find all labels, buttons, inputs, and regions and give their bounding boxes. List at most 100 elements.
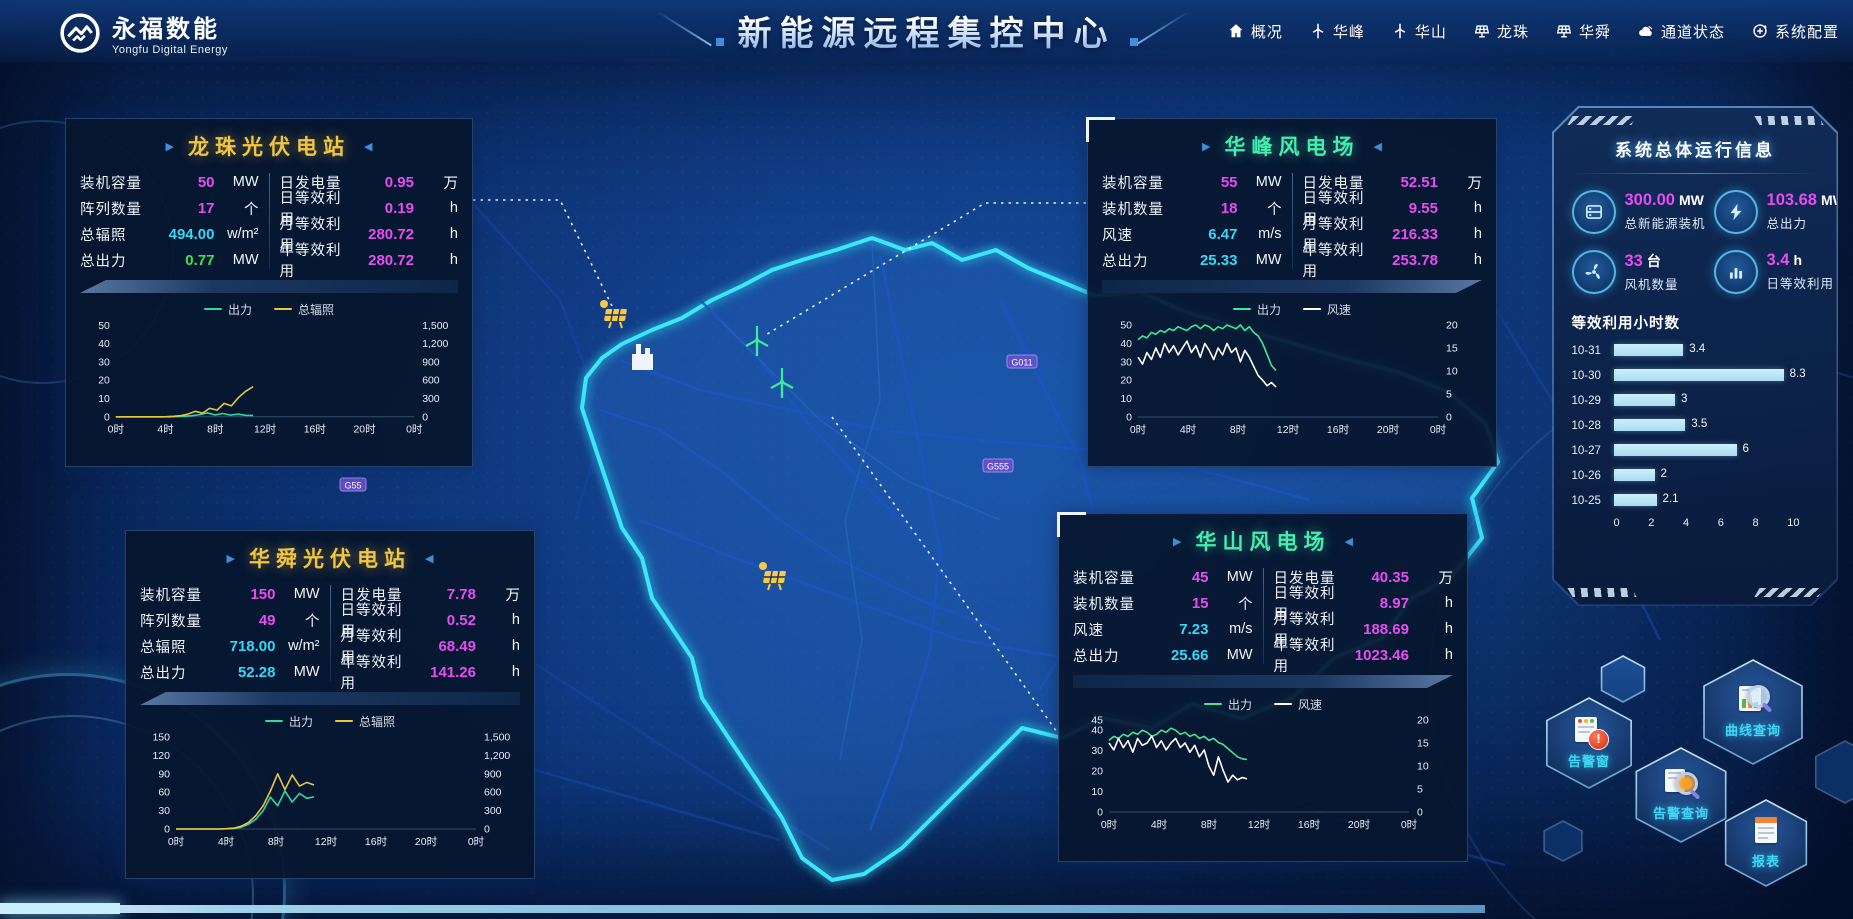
legend-item[interactable]: 总辐照 bbox=[335, 713, 395, 729]
divider bbox=[1572, 173, 1819, 174]
stat-unit: h bbox=[476, 612, 520, 628]
left-arrow-icon: ▶ bbox=[227, 552, 235, 565]
bar-value: 3.5 bbox=[1691, 418, 1707, 430]
axis-tick: 50 bbox=[1120, 320, 1132, 332]
axis-tick: 15 bbox=[1446, 343, 1458, 355]
bar-axis-tick: 10 bbox=[1787, 517, 1799, 529]
legend-item[interactable]: 风速 bbox=[1303, 301, 1351, 317]
axis-tick: 10 bbox=[1120, 393, 1132, 405]
stat-row: 总出力52.28MW bbox=[140, 661, 320, 683]
axis-tick: 0 bbox=[104, 412, 110, 423]
system-stat-label: 风机数量 bbox=[1625, 274, 1679, 293]
page-title-wrap: 新能源远程集控中心 bbox=[654, 6, 1200, 55]
stat-row: 风速7.23m/s bbox=[1073, 618, 1253, 640]
axis-tick: 15 bbox=[1417, 738, 1429, 750]
axis-tick: 20时 bbox=[1348, 819, 1371, 831]
bar-category: 10-27 bbox=[1572, 445, 1614, 457]
legend-item[interactable]: 风速 bbox=[1274, 696, 1322, 712]
road-label: G555 bbox=[983, 459, 1013, 472]
bar-row: 10-276 bbox=[1572, 443, 1819, 459]
series-line bbox=[116, 387, 253, 417]
nav-item-2[interactable]: 华峰 bbox=[1309, 21, 1365, 42]
stat-unit: h bbox=[1438, 226, 1482, 242]
nav-item-6[interactable]: 通道状态 bbox=[1637, 21, 1725, 42]
panel-title-text: 华舜光伏电站 bbox=[249, 543, 411, 573]
hazard-stripes bbox=[1754, 116, 1823, 125]
solar-station-map-icon[interactable] bbox=[600, 300, 627, 328]
legend-item[interactable]: 出力 bbox=[1204, 696, 1252, 712]
alarm-query-icon bbox=[1663, 768, 1699, 800]
hex-button-label: 报表 bbox=[1752, 851, 1780, 870]
nav-item-7[interactable]: 系统配置 bbox=[1751, 21, 1839, 42]
stat-row: 阵列数量17个 bbox=[80, 197, 259, 219]
stat-unit: 个 bbox=[215, 198, 259, 219]
right-arrow-icon: ◀ bbox=[1345, 535, 1353, 548]
line-chart: 15012090603001,5001,20090060030000时4时8时1… bbox=[140, 731, 522, 853]
axis-tick: 20时 bbox=[1377, 424, 1400, 436]
header: 永福数能 Yongfu Digital Energy 新能源远程集控中心 概况华… bbox=[0, 0, 1853, 62]
pv-installed-icon bbox=[1572, 190, 1616, 234]
legend-item[interactable]: 出力 bbox=[1233, 301, 1281, 317]
stat-label: 装机数量 bbox=[1102, 198, 1176, 219]
nav-item-label: 华山 bbox=[1415, 21, 1447, 42]
bar-row: 10-31 3.4 bbox=[1572, 343, 1819, 359]
legend-item[interactable]: 总辐照 bbox=[274, 301, 334, 317]
axis-tick: 0时 bbox=[406, 424, 423, 436]
divider bbox=[1292, 173, 1293, 269]
bar-value: 2.1 bbox=[1663, 493, 1679, 505]
stat-row: 年等效利用253.78h bbox=[1303, 249, 1483, 271]
stat-label: 风速 bbox=[1073, 619, 1147, 640]
bar-category: 10-31 bbox=[1572, 345, 1614, 357]
legend-swatch bbox=[1204, 703, 1222, 706]
chart-legend: 出力 总辐照 bbox=[80, 301, 458, 317]
bar-chart-title: 等效利用小时数 bbox=[1572, 312, 1819, 333]
bar-category: 10-30 bbox=[1572, 370, 1614, 382]
hazard-stripes bbox=[1754, 588, 1823, 597]
stat-value: 0.77 bbox=[153, 252, 215, 269]
stat-value: 17 bbox=[153, 200, 215, 217]
bar-row: 10-293 bbox=[1572, 393, 1819, 409]
power-output-icon bbox=[1714, 190, 1758, 234]
axis-tick: 10 bbox=[98, 394, 110, 405]
nav-item-1[interactable]: 概况 bbox=[1227, 21, 1283, 42]
stat-value: 9.55 bbox=[1376, 200, 1438, 217]
stat-unit: MW bbox=[1209, 569, 1253, 585]
corner-bracket bbox=[1057, 512, 1086, 537]
nav-item-4[interactable]: 龙珠 bbox=[1473, 21, 1529, 42]
axis-tick: 10 bbox=[1091, 786, 1103, 798]
axis-tick: 0时 bbox=[1401, 819, 1418, 831]
nav-item-label: 华峰 bbox=[1333, 21, 1365, 42]
axis-tick: 0时 bbox=[168, 836, 185, 848]
axis-tick: 0时 bbox=[1430, 424, 1447, 436]
legend-item[interactable]: 出力 bbox=[265, 713, 313, 729]
axis-tick: 12时 bbox=[254, 424, 277, 436]
axis-tick: 16时 bbox=[304, 424, 327, 436]
stat-unit: h bbox=[1409, 647, 1453, 663]
axis-tick: 4时 bbox=[157, 424, 174, 436]
legend-item[interactable]: 出力 bbox=[204, 301, 252, 317]
bar-fill bbox=[1614, 444, 1737, 456]
stat-value: 0.19 bbox=[352, 200, 414, 217]
left-arrow-icon: ▶ bbox=[1173, 535, 1181, 548]
axis-tick: 20 bbox=[1091, 766, 1103, 778]
main-nav: 概况 华峰 华山 龙珠 华舜 通道状态 系统配置 bbox=[1227, 0, 1839, 62]
hazard-stripes bbox=[1567, 588, 1636, 597]
stats-block: 装机容量50MW阵列数量17个总辐照494.00w/m²总出力0.77MW日发电… bbox=[80, 171, 458, 271]
axis-tick: 50 bbox=[98, 321, 110, 332]
legend-label: 总辐照 bbox=[298, 301, 334, 318]
ribbon-divider bbox=[80, 280, 458, 293]
stat-label: 阵列数量 bbox=[140, 610, 214, 631]
stat-value: 25.33 bbox=[1176, 252, 1238, 269]
nav-item-5[interactable]: 华舜 bbox=[1555, 21, 1611, 42]
nav-item-label: 龙珠 bbox=[1497, 21, 1529, 42]
bar-track: 3.5 bbox=[1614, 419, 1819, 432]
bar-value: 3.4 bbox=[1689, 343, 1705, 355]
title-right-decoration bbox=[1130, 16, 1200, 46]
axis-tick: 20时 bbox=[415, 836, 438, 848]
bar-axis-tick: 4 bbox=[1683, 517, 1689, 529]
bottom-accent-bar bbox=[55, 905, 1485, 913]
nav-item-3[interactable]: 华山 bbox=[1391, 21, 1447, 42]
legend-swatch bbox=[1274, 703, 1292, 706]
stat-unit: h bbox=[1409, 621, 1453, 637]
stat-label: 装机数量 bbox=[1073, 593, 1147, 614]
